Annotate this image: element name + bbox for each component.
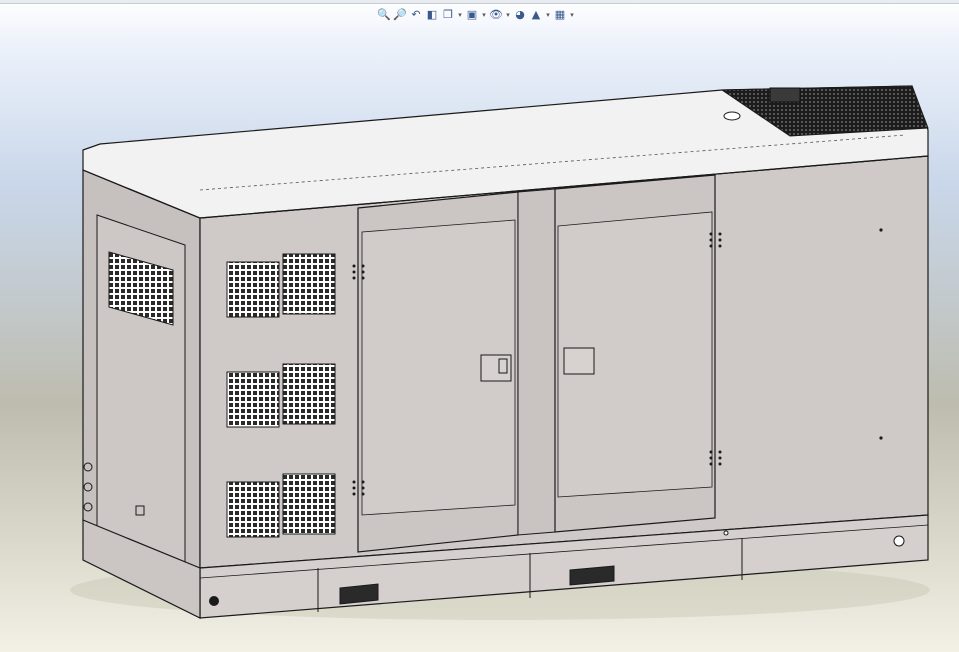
view-settings-icon[interactable]: ▦ — [553, 8, 567, 22]
view-orientation-icon[interactable]: ❐ — [441, 8, 455, 22]
chevron-down-icon[interactable]: ▾ — [481, 8, 487, 22]
display-style-icon[interactable]: ▣ — [465, 8, 479, 22]
generator-enclosure-model[interactable] — [0, 26, 959, 652]
heads-up-view-toolbar: 🔍 🔎 ↶ ◧ ❐ ▾ ▣ ▾ 👁 ▾ ◕ ▲ ▾ ▦ ▾ — [377, 6, 575, 24]
door-center-pillar — [517, 188, 556, 536]
zoom-to-fit-icon[interactable]: 🔍 — [377, 8, 391, 22]
hide-show-items-icon[interactable]: 👁 — [489, 8, 503, 22]
roof-exhaust-hatch — [769, 87, 801, 103]
chevron-down-icon[interactable]: ▾ — [457, 8, 463, 22]
model-viewport[interactable] — [0, 26, 959, 652]
forklift-pocket-1 — [339, 583, 379, 605]
section-view-icon[interactable]: ◧ — [425, 8, 439, 22]
chevron-down-icon[interactable]: ▾ — [569, 8, 575, 22]
edit-appearance-icon[interactable]: ◕ — [513, 8, 527, 22]
base-lifting-hole — [893, 535, 905, 547]
right-panel-rivet — [879, 228, 883, 232]
chevron-down-icon[interactable]: ▾ — [505, 8, 511, 22]
previous-view-icon[interactable]: ↶ — [409, 8, 423, 22]
apply-scene-icon[interactable]: ▲ — [529, 8, 543, 22]
front-door-2-handle[interactable] — [563, 347, 595, 375]
zoom-to-area-icon[interactable]: 🔎 — [393, 8, 407, 22]
chevron-down-icon[interactable]: ▾ — [545, 8, 551, 22]
right-panel-rivet — [879, 436, 883, 440]
lifting-eye-icon — [723, 111, 741, 121]
top-window-edge — [0, 0, 959, 4]
base-lifting-hole — [209, 596, 219, 606]
base-drain-hole — [723, 530, 729, 536]
